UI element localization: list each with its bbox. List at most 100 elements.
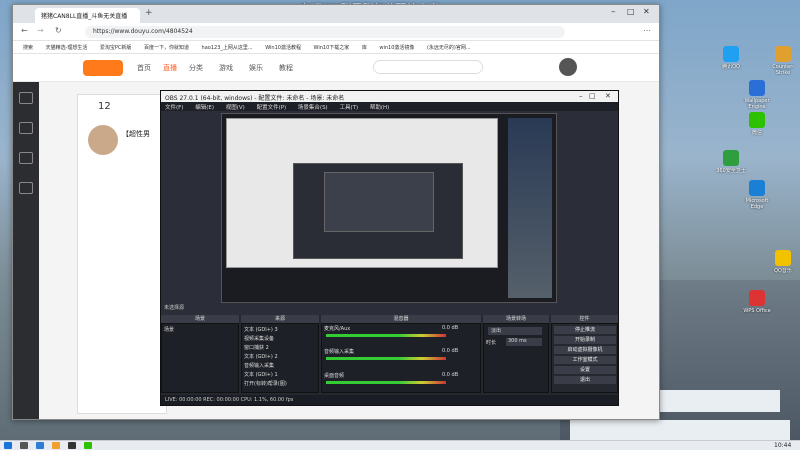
browser-tab[interactable]: 猪猪CAN8LL直播_斗鱼无关直播 — [35, 8, 140, 23]
forward-icon[interactable]: → — [37, 26, 44, 35]
maximize-icon[interactable]: □ — [627, 7, 635, 16]
avatar[interactable] — [559, 58, 577, 76]
start-record-button[interactable]: 开始录制 — [554, 336, 616, 344]
controls-panel: 停止推流 开始录制 启动虚拟摄像机 工作室模式 设置 退出 — [551, 323, 618, 393]
preview-nested-browser — [226, 118, 498, 268]
streamer-avatar[interactable] — [88, 125, 118, 155]
favorite-link[interactable]: win10激活镜像 — [379, 44, 414, 51]
new-tab-icon[interactable]: + — [145, 8, 153, 18]
taskbar-app-icon[interactable] — [68, 442, 76, 449]
favorite-link[interactable]: 搜索 — [23, 44, 33, 51]
menu-icon[interactable]: ⋯ — [643, 26, 651, 35]
desktop-icon-wps[interactable]: WPS Office — [740, 290, 774, 320]
mixer-track-name: 音频输入采集 — [324, 349, 355, 355]
desktop-icon-wechat[interactable]: 微信 — [740, 112, 774, 142]
exit-button[interactable]: 退出 — [554, 376, 616, 384]
settings-button[interactable]: 设置 — [554, 366, 616, 374]
back-icon[interactable]: ← — [21, 26, 28, 35]
nav-link[interactable]: 分类 — [189, 63, 203, 73]
source-item[interactable]: 视频采集设备 — [244, 335, 274, 342]
mixer-header: 混音器 — [321, 315, 481, 323]
source-item[interactable]: 音频输入采集 — [244, 362, 274, 369]
sidebar-icon[interactable] — [19, 182, 33, 194]
desktop-icon-counter-strike[interactable]: Counter-Strike — [766, 46, 800, 76]
favorite-link[interactable]: (永远无尽的)官网... — [427, 44, 471, 51]
obs-preview[interactable] — [221, 113, 557, 303]
obs-menu-item[interactable]: 帮助(H) — [370, 105, 389, 111]
favorite-link[interactable]: 库 — [362, 44, 367, 51]
taskbar-app-icon[interactable] — [36, 442, 44, 449]
reload-icon[interactable]: ↻ — [55, 26, 62, 35]
obs-menu-item[interactable]: 文件(F) — [165, 105, 183, 111]
no-source-label: 未选择源 — [164, 305, 185, 311]
source-item[interactable]: 打开(标转)帮录(图) — [244, 380, 287, 387]
site-search-input[interactable] — [373, 60, 483, 74]
desktop-icon-qq[interactable]: 腾讯QQ — [714, 46, 748, 76]
obs-maximize-icon[interactable]: □ — [589, 92, 596, 100]
favorite-link[interactable]: Win10激活教程 — [265, 44, 301, 51]
favorite-link[interactable]: hao123_上网从这里... — [202, 44, 253, 51]
transitions-header: 场景转场 — [483, 315, 549, 323]
mixer-track-db: 0.0 dB — [442, 325, 459, 331]
mixer-track-name: 桌面音频 — [324, 373, 345, 379]
sidebar-icon[interactable] — [19, 152, 33, 164]
scenes-header: 场景 — [161, 315, 239, 323]
scenes-list: 场景 — [161, 323, 239, 393]
nav-link[interactable]: 娱乐 — [249, 63, 263, 73]
studio-mode-button[interactable]: 工作室模式 — [554, 356, 616, 364]
favorite-link[interactable]: 天猫精选-理想生活 — [46, 44, 88, 51]
obs-menu-item[interactable]: 视图(V) — [226, 105, 245, 111]
favorite-link[interactable]: 百度一下，你就知道 — [144, 44, 189, 51]
source-item[interactable]: 窗口捕获 2 — [244, 344, 269, 351]
obs-statusbar: LIVE: 00:00:00 REC: 00:00:00 CPU: 1.1%, … — [161, 395, 618, 405]
close-icon[interactable]: ✕ — [643, 7, 650, 16]
room-title: 【超性男 — [122, 130, 150, 138]
favorite-link[interactable]: Win10下载之家 — [314, 44, 350, 51]
taskbar-app-icon[interactable] — [52, 442, 60, 449]
minimize-icon[interactable]: – — [611, 7, 616, 17]
obs-menu-item[interactable]: 场景集合(S) — [298, 105, 328, 111]
desktop-icon-qq-music[interactable]: QQ音乐 — [766, 250, 800, 280]
sidebar-icon[interactable] — [19, 122, 33, 134]
search-icon[interactable] — [20, 442, 28, 449]
room-number: 12 — [98, 101, 111, 112]
mixer-meter — [326, 334, 446, 337]
room-card: 12 【超性男 — [77, 94, 167, 414]
nav-link[interactable]: 直播 — [163, 63, 177, 73]
favorite-link[interactable]: 爱淘宝PC新版 — [100, 44, 132, 51]
obs-docks: 场景 来源 混音器 场景转场 控件 场景 文本 (GDI+) 3 视频采集设备 … — [161, 315, 618, 405]
sidebar-icon[interactable] — [19, 92, 33, 104]
douyu-logo — [83, 60, 123, 76]
obs-menu-item[interactable]: 编辑(E) — [195, 105, 214, 111]
scene-item[interactable]: 场景 — [164, 326, 174, 333]
nav-link[interactable]: 教程 — [279, 63, 293, 73]
nav-link[interactable]: 首页 — [137, 63, 151, 73]
preview-desktop-strip — [508, 118, 552, 298]
mixer-meter — [326, 357, 446, 360]
obs-minimize-icon[interactable]: – — [579, 92, 583, 100]
source-item[interactable]: 文本 (GDI+) 2 — [244, 353, 278, 360]
desktop-icon-wallpaper-engine[interactable]: Wallpaper Engine — [740, 80, 774, 110]
mixer-meter — [326, 381, 446, 384]
taskbar-app-icon[interactable] — [84, 442, 92, 449]
obs-close-icon[interactable]: ✕ — [605, 92, 611, 100]
clock[interactable]: 10:44 — [774, 442, 791, 449]
obs-menu-item[interactable]: 工具(T) — [339, 105, 358, 111]
url-field[interactable]: https://www.douyu.com/4804524 — [85, 26, 565, 38]
obs-menu-item[interactable]: 配置文件(P) — [257, 105, 287, 111]
nav-link[interactable]: 游戏 — [219, 63, 233, 73]
mixer-track-name: 麦克风/Aux — [324, 326, 351, 332]
transition-select[interactable]: 淡出 — [488, 327, 542, 335]
virtual-camera-button[interactable]: 启动虚拟摄像机 — [554, 346, 616, 354]
desktop-icon-edge[interactable]: Microsoft Edge — [740, 180, 774, 210]
source-item[interactable]: 文本 (GDI+) 1 — [244, 371, 278, 378]
obs-menubar: 文件(F) 编辑(E) 视图(V) 配置文件(P) 场景集合(S) 工具(T) … — [161, 102, 618, 111]
controls-header: 控件 — [551, 315, 618, 323]
mixer-panel: 麦克风/Aux 0.0 dB 音频输入采集 0.0 dB 桌面音频 0.0 dB — [321, 323, 481, 393]
start-icon[interactable] — [4, 442, 12, 449]
desktop-icon-360[interactable]: 360安全卫士 — [714, 150, 748, 180]
source-item[interactable]: 文本 (GDI+) 3 — [244, 326, 278, 333]
mixer-track-db: 0.0 dB — [442, 372, 459, 378]
stop-stream-button[interactable]: 停止推流 — [554, 326, 616, 334]
duration-field[interactable]: 300 ms — [506, 338, 542, 346]
